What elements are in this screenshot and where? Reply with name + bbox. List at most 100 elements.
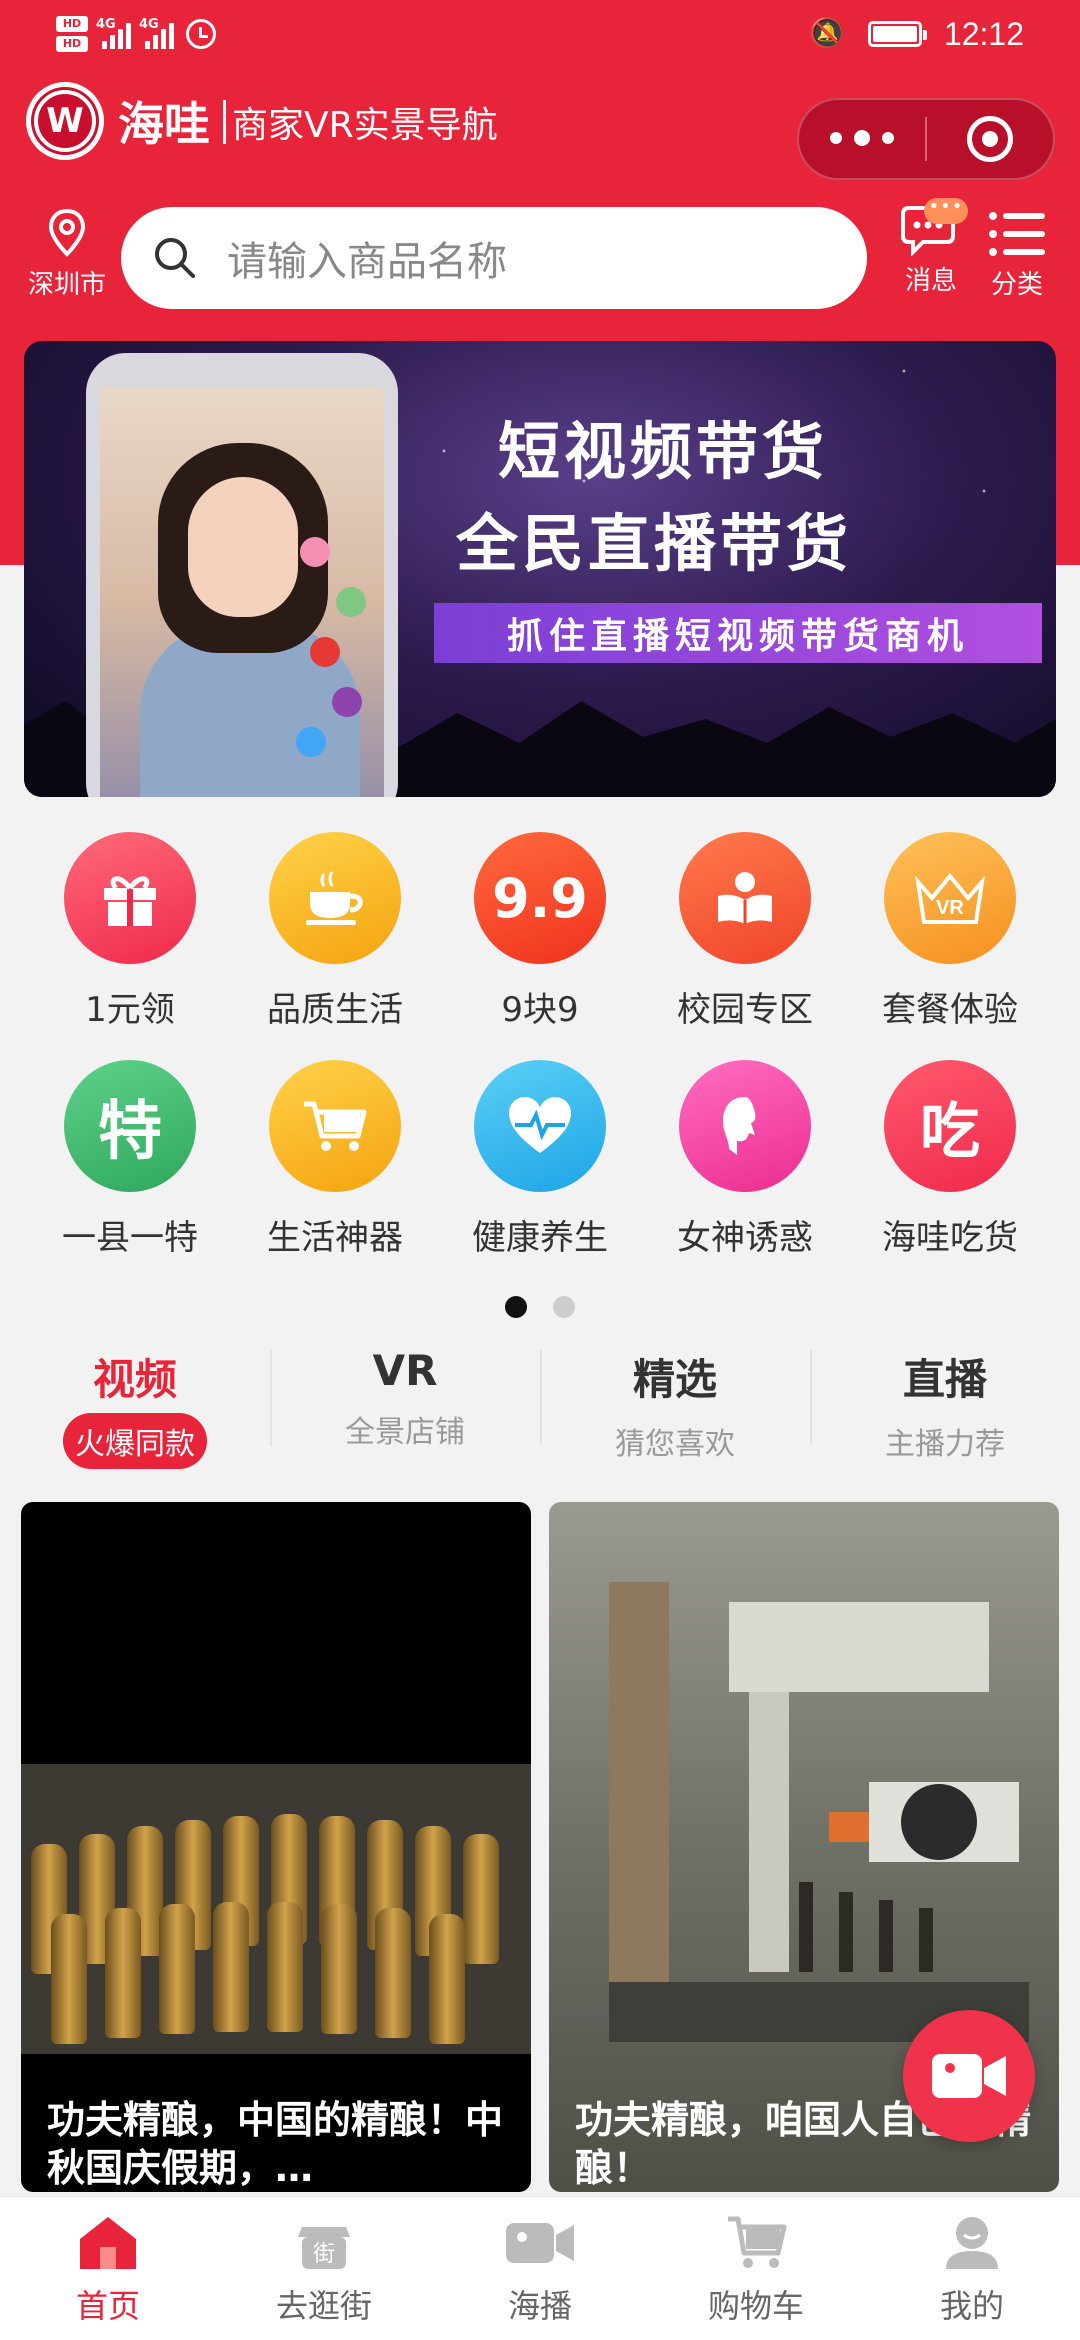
nav-label: 去逛街: [275, 2287, 372, 2325]
grid-item-9-9[interactable]: 9.9 9块9: [438, 832, 642, 1031]
search-input[interactable]: 请输入商品名称: [121, 207, 867, 309]
svg-text:街: 街: [313, 2242, 335, 2267]
tab-title: 精选: [632, 1355, 717, 1404]
home-icon: [80, 2217, 136, 2269]
tab-vr[interactable]: VR 全景店铺: [270, 1346, 540, 1466]
tab-subtitle: 全景店铺: [345, 1415, 465, 1450]
nav-street[interactable]: 街 去逛街: [216, 2197, 432, 2340]
nav-cart[interactable]: 购物车: [648, 2197, 864, 2340]
tab-video[interactable]: 视频 火爆同款: [0, 1346, 270, 1469]
banner-headline-1: 短视频带货: [498, 415, 829, 488]
tab-subtitle: 火爆同款: [63, 1413, 207, 1469]
logo-letter: W: [34, 90, 96, 152]
status-bar: HD HD 4G 4G 🔕 12:12: [0, 0, 1080, 72]
grid-item-quality-life[interactable]: 品质生活: [233, 832, 437, 1031]
brand-logo: W: [26, 82, 104, 160]
pager-dot[interactable]: [553, 1296, 575, 1318]
grid-item-campus[interactable]: 校园专区: [643, 832, 847, 1031]
grid-label: 一县一特: [62, 1218, 198, 1258]
banner-phone-image: [86, 353, 398, 797]
user-icon: [946, 2217, 998, 2269]
shopping-cart-icon: [269, 1060, 401, 1192]
alarm-icon: [186, 19, 216, 49]
tab-title: VR: [372, 1346, 438, 1395]
tab-subtitle: 猜您喜欢: [615, 1427, 735, 1462]
search-placeholder: 请输入商品名称: [227, 239, 507, 285]
bottom-navigation: 首页 街 去逛街 海播 购物车 我的: [0, 2196, 1080, 2340]
nav-profile[interactable]: 我的: [864, 2197, 1080, 2340]
search-icon: [155, 238, 195, 278]
nav-label: 首页: [75, 2287, 140, 2325]
special-icon: 特: [64, 1060, 196, 1192]
nav-label: 我的: [939, 2287, 1004, 2325]
grid-item-foodie[interactable]: 吃 海哇吃货: [848, 1060, 1052, 1259]
message-badge: •••: [924, 198, 968, 224]
list-menu-icon: [989, 212, 1045, 256]
woman-profile-icon: [679, 1060, 811, 1192]
tab-title: 直播: [902, 1355, 987, 1404]
grid-label: 品质生活: [267, 990, 403, 1030]
network-type: 4G: [139, 17, 159, 32]
pager-dot-active[interactable]: [505, 1296, 527, 1318]
video-thumbnail: [21, 1764, 531, 2054]
feed-tabs: 视频 火爆同款 VR 全景店铺 精选 猜您喜欢 直播 主播力荐: [0, 1346, 1080, 1469]
video-card[interactable]: 功夫精酿，中国的精酿！中秋国庆假期，…: [21, 1502, 531, 2192]
location-label: 深圳市: [27, 270, 106, 300]
signal-icon: 4G: [96, 17, 131, 49]
heartbeat-icon: [474, 1060, 606, 1192]
location-pin-icon: [48, 208, 86, 257]
tab-featured[interactable]: 精选 猜您喜欢: [540, 1346, 810, 1466]
page-subtitle: 商家VR实景导航: [232, 105, 498, 146]
eat-icon: 吃: [884, 1060, 1016, 1192]
grid-label: 海哇吃货: [882, 1218, 1018, 1258]
nine-nine-icon: 9.9: [474, 832, 606, 964]
mute-icon: 🔕: [808, 16, 846, 51]
grid-label: 套餐体验: [882, 990, 1018, 1030]
more-button[interactable]: [799, 130, 925, 146]
video-thumbnail: [609, 1582, 1029, 2042]
video-camera-icon: [932, 2054, 1006, 2098]
grid-item-health[interactable]: 健康养生: [438, 1060, 642, 1259]
grid-item-county-specialty[interactable]: 特 一县一特: [28, 1060, 232, 1259]
messages-label: 消息: [904, 266, 957, 296]
tab-live[interactable]: 直播 主播力荐: [810, 1346, 1080, 1466]
tab-title: 视频: [92, 1355, 177, 1404]
close-miniprogram-button[interactable]: [927, 116, 1053, 162]
nav-label: 购物车: [707, 2287, 804, 2325]
nav-broadcast[interactable]: 海播: [432, 2197, 648, 2340]
gift-icon: [64, 832, 196, 964]
nav-home[interactable]: 首页: [0, 2197, 216, 2340]
grid-item-1yuan[interactable]: 1元领: [28, 832, 232, 1031]
grid-pager: [0, 1296, 1080, 1318]
grid-item-goddess[interactable]: 女神诱惑: [643, 1060, 847, 1259]
video-title: 功夫精酿，中国的精酿！中秋国庆假期，…: [47, 2098, 504, 2190]
grid-label: 校园专区: [677, 990, 813, 1030]
signal-icon: 4G: [139, 17, 174, 49]
category-label: 分类: [990, 270, 1043, 300]
grid-label: 1元领: [85, 990, 175, 1030]
grid-label: 9块9: [501, 990, 579, 1030]
location-selector[interactable]: 深圳市: [24, 208, 110, 301]
grid-label: 女神诱惑: [677, 1218, 813, 1258]
promo-banner[interactable]: 短视频带货 全民直播带货 抓住直播短视频带货商机: [24, 341, 1056, 797]
messages-button[interactable]: ••• 消息: [896, 198, 968, 297]
banner-tagline: 抓住直播短视频带货商机: [434, 603, 1042, 663]
title-divider: [223, 100, 226, 144]
grid-item-package[interactable]: VR 套餐体验: [848, 832, 1052, 1031]
hd-icon: HD HD: [56, 16, 88, 52]
battery-icon: [867, 21, 927, 47]
coffee-cup-icon: [269, 832, 401, 964]
grid-label: 生活神器: [267, 1218, 403, 1258]
cart-icon: [728, 2216, 787, 2268]
street-icon: 街: [298, 2227, 350, 2269]
clock: 12:12: [943, 15, 1024, 52]
brand-name: 海哇: [118, 97, 210, 151]
record-video-button[interactable]: [903, 2010, 1035, 2142]
banner-headline-2: 全民直播带货: [456, 507, 853, 580]
grid-label: 健康养生: [472, 1218, 608, 1258]
grid-item-life-gadgets[interactable]: 生活神器: [233, 1060, 437, 1259]
video-camera-icon: [506, 2223, 574, 2263]
category-button[interactable]: 分类: [985, 208, 1049, 301]
tab-subtitle: 主播力荐: [885, 1427, 1005, 1462]
svg-text:VR: VR: [936, 897, 964, 919]
